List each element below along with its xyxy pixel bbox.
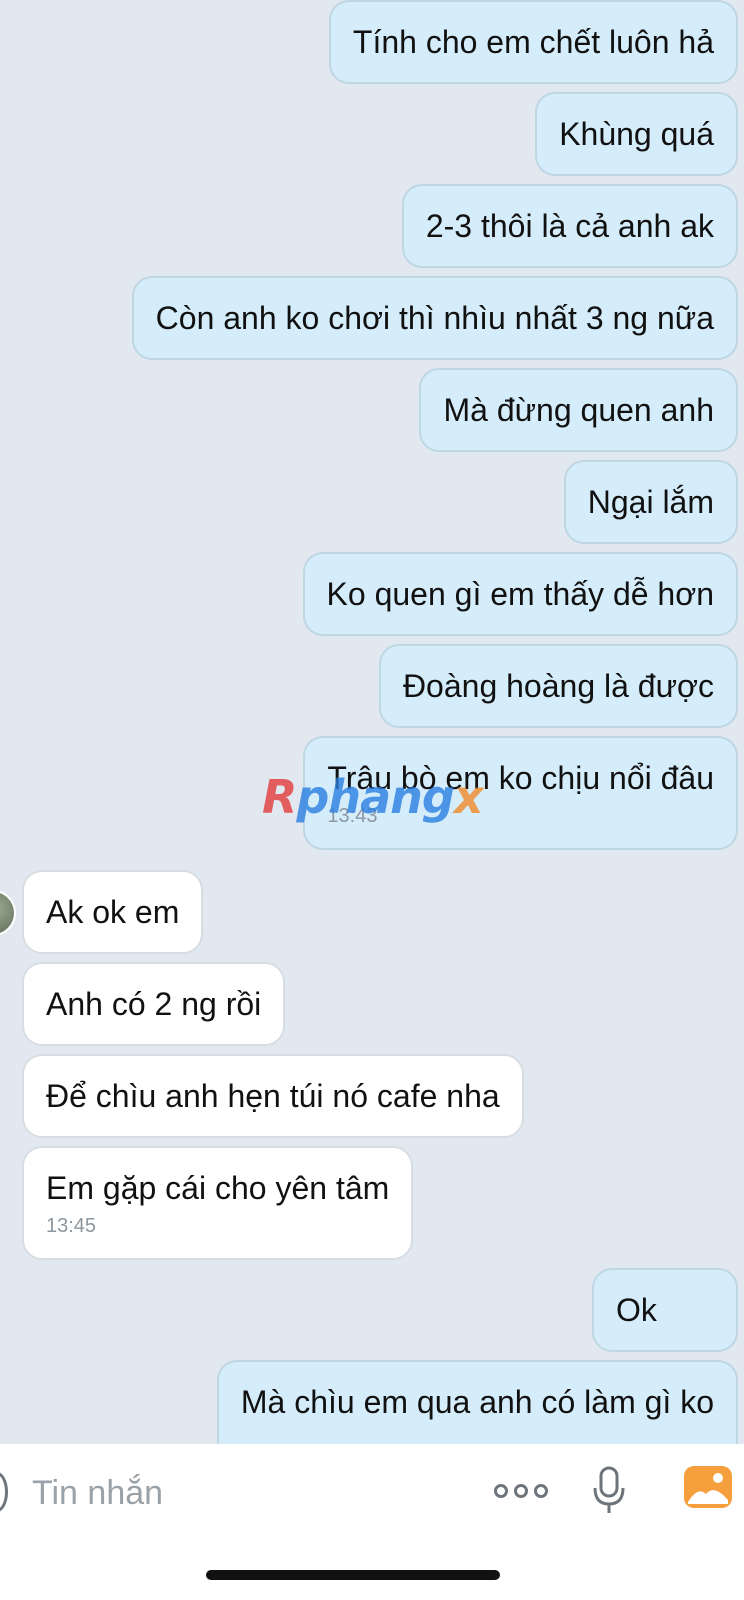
message-timestamp: 13:45 [46, 1215, 97, 1237]
message-text: Mà đừng quen anh [443, 392, 714, 428]
more-options-icon[interactable] [494, 1484, 548, 1498]
contact-avatar[interactable] [0, 890, 16, 936]
message-text: Ak ok em [46, 894, 180, 930]
message-bubble-outgoing[interactable]: Mà chìu em qua anh có làm gì ko [216, 1360, 738, 1444]
message-bubble-incoming[interactable]: Anh có 2 ng rồi [22, 962, 286, 1046]
message-bubble-incoming[interactable]: Để chìu anh hẹn túi nó cafe nha [22, 1054, 524, 1138]
message-bubble-outgoing[interactable]: 2-3 thôi là cả anh ak [401, 184, 738, 268]
message-text: 2-3 thôi là cả anh ak [425, 208, 714, 244]
microphone-icon[interactable] [592, 1466, 626, 1516]
message-text: Đoàng hoàng là được [402, 668, 714, 704]
message-bubble-incoming[interactable]: Em gặp cái cho yên tâm 13:45 [22, 1146, 414, 1260]
message-bubble-outgoing[interactable]: Ko quen gì em thấy dễ hơn [302, 552, 738, 636]
message-input[interactable] [32, 1468, 432, 1518]
message-text: Trâu bò em ko chịu nổi đâu [327, 760, 714, 796]
photo-gallery-icon[interactable] [684, 1466, 732, 1508]
message-text: Em gặp cái cho yên tâm [46, 1170, 390, 1206]
message-text: Để chìu anh hẹn túi nó cafe nha [46, 1078, 500, 1114]
message-bubble-outgoing[interactable]: Mà đừng quen anh [419, 368, 738, 452]
message-text: Mà chìu em qua anh có làm gì ko [240, 1384, 714, 1420]
message-text: Tính cho em chết luôn hả [352, 24, 714, 60]
message-text: Ko quen gì em thấy dễ hơn [326, 576, 714, 612]
message-bubble-outgoing[interactable]: Đoàng hoàng là được [378, 644, 738, 728]
message-text: Ngại lắm [587, 484, 714, 520]
message-text: Ok [616, 1292, 657, 1328]
message-bubble-outgoing[interactable]: Ngại lắm [563, 460, 738, 544]
message-timestamp: 13:43 [327, 805, 378, 827]
message-bubble-outgoing[interactable]: Trâu bò em ko chịu nổi đâu 13:43 [303, 736, 738, 850]
message-text: Còn anh ko chơi thì nhìu nhất 3 ng nữa [155, 300, 714, 336]
message-bubble-outgoing[interactable]: Tính cho em chết luôn hả [328, 0, 738, 84]
message-text: Khùng quá [559, 116, 714, 152]
message-bubble-incoming[interactable]: Ak ok em [22, 870, 204, 954]
emoji-icon[interactable] [0, 1472, 8, 1512]
message-text: Anh có 2 ng rồi [46, 986, 262, 1022]
home-indicator [206, 1570, 500, 1580]
message-bubble-outgoing[interactable]: Còn anh ko chơi thì nhìu nhất 3 ng nữa [131, 276, 738, 360]
message-bubble-outgoing[interactable]: Khùng quá [535, 92, 738, 176]
chat-message-list[interactable]: Tính cho em chết luôn hả Khùng quá 2-3 t… [0, 0, 744, 1444]
message-bubble-outgoing[interactable]: Ok [592, 1268, 738, 1352]
